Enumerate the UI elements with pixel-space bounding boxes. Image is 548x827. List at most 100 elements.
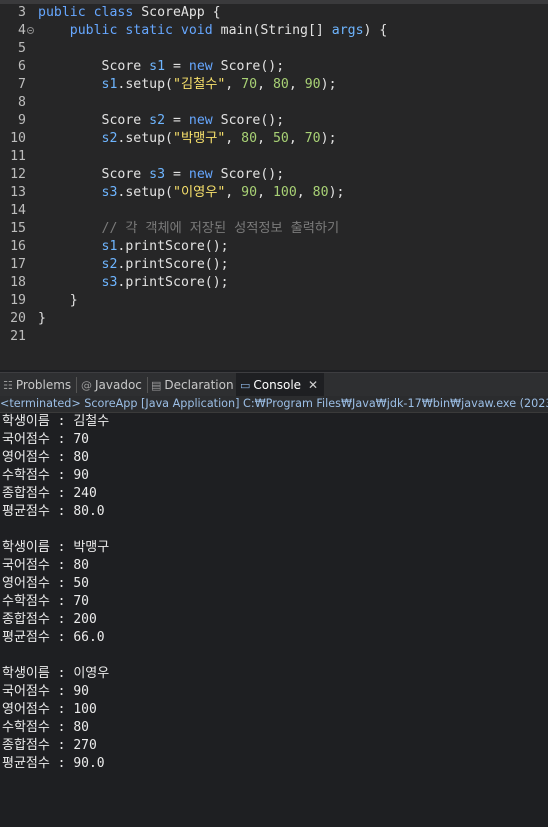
code-token: // 각 객체에 저장된 성적정보 출력하기 <box>101 221 340 236</box>
code-lines: 3 public class ScoreApp {4 public static … <box>0 4 548 346</box>
code-token: 80 <box>312 185 329 200</box>
code-line: 18 s3.printScore(); <box>0 274 548 292</box>
code-line: 6 Score s1 = new Score(); <box>0 58 548 76</box>
tab-problems[interactable]: ☷ Problems <box>3 373 71 397</box>
code-text: s2.setup("박맹구", 80, 50, 70); <box>38 130 337 148</box>
code-token: , <box>296 185 313 200</box>
code-token: .setup( <box>117 77 173 92</box>
console-line: 국어점수 : 90 <box>2 684 89 699</box>
at-icon: @ <box>81 378 92 392</box>
code-text: public static void main(String[] args) { <box>38 22 388 40</box>
code-text: Score s2 = new Score(); <box>38 112 285 130</box>
code-text: Score s1 = new Score(); <box>38 58 285 76</box>
console-line: 종합점수 : 270 <box>2 738 97 753</box>
code-text: s1.setup("김철수", 70, 80, 90); <box>38 76 337 94</box>
code-token: .printScore(); <box>117 275 229 290</box>
code-token: ); <box>320 77 337 92</box>
code-token: "김철수" <box>173 77 226 92</box>
tab-divider <box>76 377 77 393</box>
close-icon[interactable]: ✕ <box>308 378 318 392</box>
code-token: main(String[] <box>220 23 332 38</box>
code-token: new <box>188 167 221 182</box>
tab-declaration[interactable]: ▤ Declaration <box>151 373 234 397</box>
code-line: 13 s3.setup("이영우", 90, 100, 80); <box>0 184 548 202</box>
code-text: public class ScoreApp { <box>38 4 221 22</box>
code-token: Score <box>101 59 150 74</box>
line-number: 4 <box>18 23 26 38</box>
code-token: = <box>165 113 189 128</box>
code-token: .printScore(); <box>117 257 229 272</box>
collapse-icon[interactable] <box>27 27 34 34</box>
code-token: } <box>38 311 46 326</box>
code-token: s1 <box>149 59 166 74</box>
code-line: 12 Score s3 = new Score(); <box>0 166 548 184</box>
line-number: 12 <box>10 167 26 182</box>
code-token: s3 <box>149 167 166 182</box>
code-text: s3.setup("이영우", 90, 100, 80); <box>38 184 345 202</box>
code-token: "박맹구" <box>173 131 226 146</box>
console-line: 평균점수 : 80.0 <box>2 504 105 519</box>
console-line: 학생이름 : 이영우 <box>2 666 110 681</box>
console-line: 수학점수 : 80 <box>2 720 89 735</box>
tab-javadoc[interactable]: @ Javadoc <box>81 373 142 397</box>
console-line: 영어점수 : 80 <box>2 450 89 465</box>
console-output[interactable]: 학생이름 : 김철수국어점수 : 70 영어점수 : 80 수학점수 : 90 종합점… <box>0 413 548 827</box>
code-line: 21 <box>0 328 548 346</box>
console-line: 학생이름 : 김철수 <box>2 414 110 429</box>
console-line: 수학점수 : 90 <box>2 468 89 483</box>
code-token: ); <box>328 185 345 200</box>
code-token: 70 <box>241 77 258 92</box>
bottom-panel-tabs: ☷ Problems @ Javadoc ▤ Declaration ▭ Console… <box>0 372 548 398</box>
code-line: 3 public class ScoreApp { <box>0 4 548 22</box>
tab-divider <box>147 377 148 393</box>
console-line: 국어점수 : 80 <box>2 558 89 573</box>
code-token: public static void <box>69 23 221 38</box>
line-number: 5 <box>18 41 26 56</box>
code-token: , <box>225 77 242 92</box>
line-number: 13 <box>10 185 26 200</box>
declaration-icon: ▤ <box>151 378 162 392</box>
code-text: Score s3 = new Score(); <box>38 166 285 184</box>
code-line: 8 <box>0 94 548 112</box>
code-line: 14 <box>0 202 548 220</box>
code-token: new <box>188 113 221 128</box>
code-token: , <box>257 131 273 146</box>
code-token: .setup( <box>117 131 173 146</box>
code-text: // 각 객체에 저장된 성적정보 출력하기 <box>38 220 340 238</box>
line-number: 10 <box>10 131 26 146</box>
code-token: .setup( <box>117 185 173 200</box>
code-line: 4 public static void main(String[] args)… <box>0 22 548 40</box>
code-token: Score <box>101 167 150 182</box>
code-token: new <box>188 59 221 74</box>
line-number: 20 <box>10 311 26 326</box>
code-token: 80 <box>272 77 289 92</box>
tab-declaration-label: Declaration <box>164 378 234 392</box>
line-number: 16 <box>10 239 26 254</box>
code-token: , <box>257 185 273 200</box>
code-token: , <box>225 131 242 146</box>
console-line: 학생이름 : 박맹구 <box>2 540 110 555</box>
code-token: args <box>331 23 364 38</box>
line-number: 6 <box>18 59 26 74</box>
line-number: 7 <box>18 77 26 92</box>
line-number: 19 <box>10 293 26 308</box>
tab-console[interactable]: ▭ Console ✕ <box>236 373 325 397</box>
code-editor[interactable]: 3 public class ScoreApp {4 public static … <box>0 0 548 370</box>
code-token: s2 <box>101 131 118 146</box>
code-token: = <box>165 59 189 74</box>
code-token: .printScore(); <box>117 239 229 254</box>
code-token: Score(); <box>220 59 285 74</box>
code-token: Score(); <box>220 113 285 128</box>
console-line: 국어점수 : 70 <box>2 432 89 447</box>
code-token: public class <box>38 5 142 20</box>
line-number: 11 <box>10 149 26 164</box>
code-token: 50 <box>272 131 289 146</box>
code-token: ); <box>320 131 337 146</box>
tab-javadoc-label: Javadoc <box>95 378 142 392</box>
console-line: 평균점수 : 90.0 <box>2 756 105 771</box>
code-token: ) { <box>363 23 388 38</box>
code-text: s3.printScore(); <box>38 274 229 292</box>
code-token: 100 <box>272 185 297 200</box>
code-line: 5 <box>0 40 548 58</box>
